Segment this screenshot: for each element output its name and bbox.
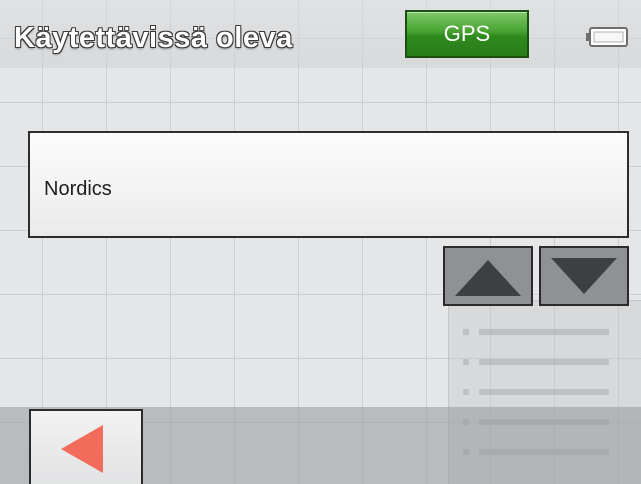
back-button[interactable]	[29, 409, 143, 484]
battery-icon	[586, 27, 628, 47]
scroll-up-button[interactable]	[443, 246, 533, 306]
gps-button[interactable]: GPS	[405, 10, 529, 58]
down-arrow-icon	[551, 258, 617, 294]
list-item-nordics[interactable]: Nordics	[28, 131, 629, 238]
list-item-label: Nordics	[44, 178, 112, 200]
header-bar: Käytettävissä oleva GPS	[0, 0, 641, 68]
scroll-down-button[interactable]	[539, 246, 629, 306]
screen: Käytettävissä oleva GPS Nordics	[0, 0, 641, 484]
up-arrow-icon	[455, 260, 521, 296]
back-arrow-icon	[61, 425, 103, 473]
page-title: Käytettävissä oleva	[14, 22, 293, 54]
